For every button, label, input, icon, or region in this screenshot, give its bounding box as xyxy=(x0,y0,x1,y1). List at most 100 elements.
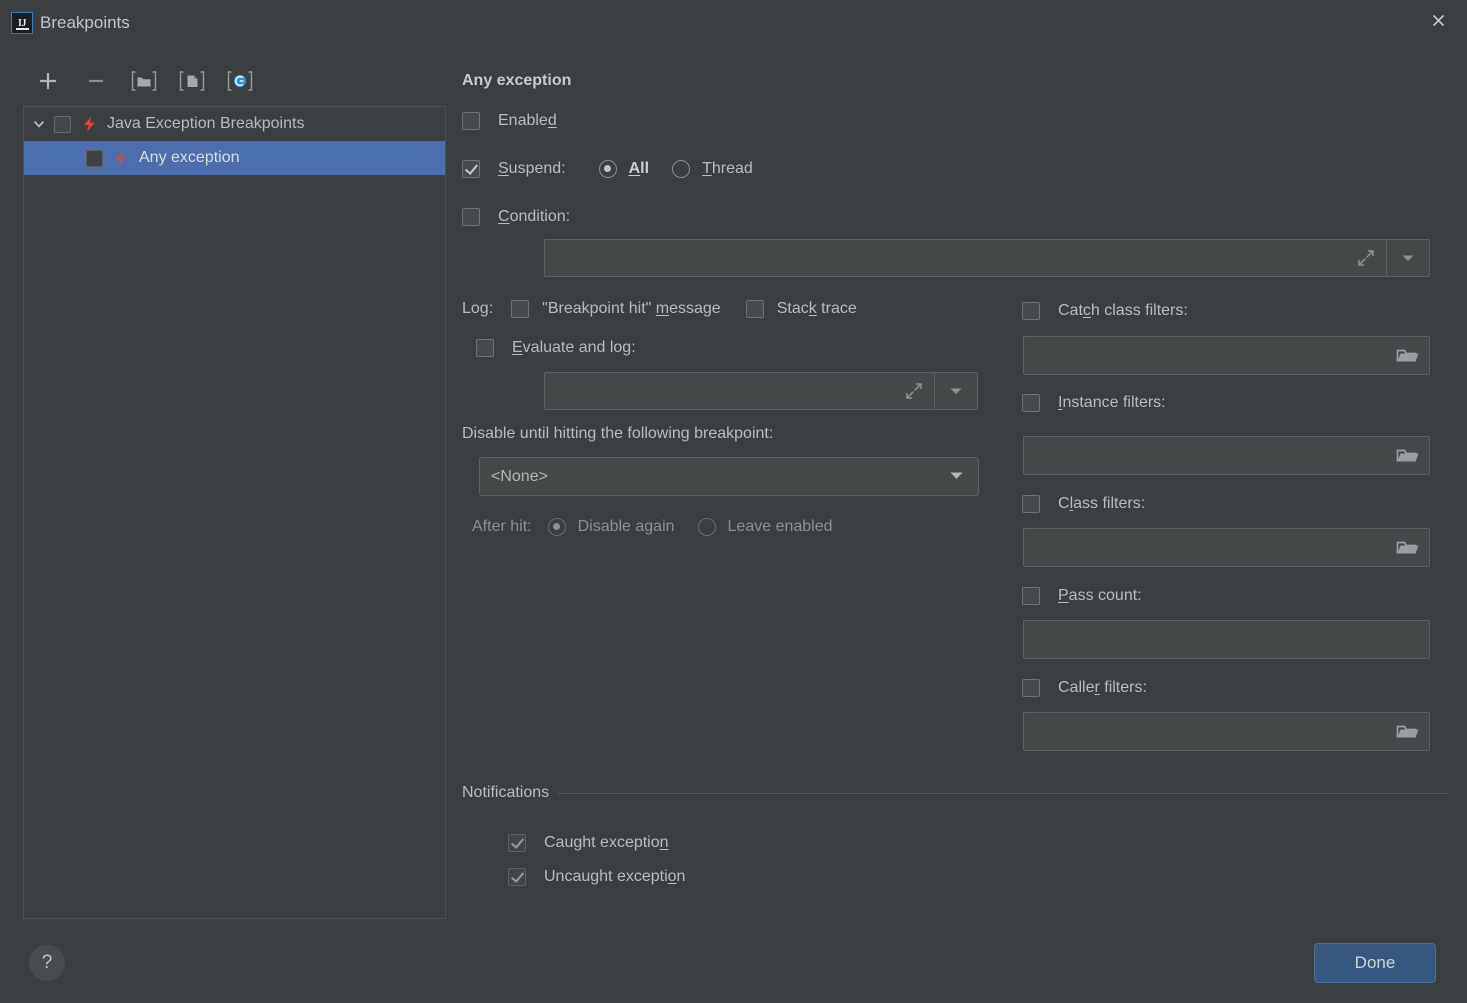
caller-filters-row: Caller filters: xyxy=(1022,679,1147,697)
disable-until-selected-value: <None> xyxy=(491,468,548,486)
chevron-down-icon xyxy=(1401,253,1415,263)
caught-exception-label: Caught exception xyxy=(544,834,669,852)
enabled-label: Enabled xyxy=(498,112,557,130)
condition-input-actions xyxy=(1346,240,1429,276)
chevron-down-icon xyxy=(949,386,963,396)
catch-class-filters-input[interactable] xyxy=(1023,336,1430,375)
suspend-thread-label[interactable]: Thread xyxy=(702,160,753,178)
after-hit-leave-enabled-radio[interactable] xyxy=(698,518,716,536)
notifications-group-header: Notifications xyxy=(462,784,1447,802)
folder-icon[interactable] xyxy=(1395,445,1421,467)
stack-trace-checkbox[interactable] xyxy=(746,300,764,318)
evaluate-and-log-history-dropdown[interactable] xyxy=(934,373,977,409)
uncaught-exception-row: Uncaught exception xyxy=(508,868,685,886)
add-breakpoint-button[interactable] xyxy=(24,63,72,99)
breakpoint-hit-message-label: "Breakpoint hit" message xyxy=(542,300,721,318)
uncaught-exception-checkbox[interactable] xyxy=(508,868,526,886)
condition-checkbox[interactable] xyxy=(462,208,480,226)
class-filters-row: Class filters: xyxy=(1022,495,1145,513)
intellij-idea-logo-icon: IJ xyxy=(11,12,33,34)
instance-filters-input[interactable] xyxy=(1023,436,1430,475)
suspend-all-label[interactable]: All xyxy=(629,160,649,178)
notifications-group-divider xyxy=(558,793,1447,794)
caller-filters-checkbox[interactable] xyxy=(1022,679,1040,697)
caller-filters-label: Caller filters: xyxy=(1058,679,1147,697)
enabled-checkbox[interactable] xyxy=(462,112,480,130)
instance-filters-checkbox[interactable] xyxy=(1022,394,1040,412)
caller-filters-input[interactable] xyxy=(1023,712,1430,751)
suspend-all-radio[interactable] xyxy=(599,160,617,178)
plus-icon xyxy=(37,70,59,92)
pass-count-input[interactable] xyxy=(1023,620,1430,659)
tree-node-java-exception-breakpoints[interactable]: Java Exception Breakpoints xyxy=(24,107,445,141)
condition-history-dropdown[interactable] xyxy=(1386,240,1429,276)
question-mark-icon: ? xyxy=(42,952,53,974)
tree-node-checkbox[interactable] xyxy=(54,116,71,133)
circle-c-bracket-icon xyxy=(227,69,253,93)
window-title: Breakpoints xyxy=(40,12,130,34)
done-button-label: Done xyxy=(1355,953,1396,973)
breakpoint-hit-message-checkbox[interactable] xyxy=(511,300,529,318)
folder-bracket-icon xyxy=(131,69,157,93)
disable-until-label-row: Disable until hitting the following brea… xyxy=(462,425,773,443)
breakpoint-detail-panel: Any exception Enabled Suspend: All Threa… xyxy=(462,62,1447,922)
class-filters-input[interactable] xyxy=(1023,528,1430,567)
suspend-row: Suspend: All Thread xyxy=(462,160,753,178)
disable-until-breakpoint-select[interactable]: <None> xyxy=(479,457,979,496)
tree-node-any-exception[interactable]: Any exception xyxy=(24,141,445,175)
evaluate-and-log-input-actions xyxy=(894,373,977,409)
class-filters-label: Class filters: xyxy=(1058,495,1145,513)
exception-bolt-icon xyxy=(81,115,98,133)
after-hit-row: After hit: Disable again Leave enabled xyxy=(472,518,833,536)
pass-count-checkbox[interactable] xyxy=(1022,587,1040,605)
condition-input[interactable] xyxy=(544,239,1430,277)
help-button[interactable]: ? xyxy=(29,945,65,981)
notifications-group-label: Notifications xyxy=(462,784,549,802)
evaluate-and-log-row: Evaluate and log: xyxy=(476,339,636,357)
caught-exception-row: Caught exception xyxy=(508,834,669,852)
remove-breakpoint-button[interactable] xyxy=(72,63,120,99)
folder-icon[interactable] xyxy=(1395,537,1421,559)
tree-node-label: Any exception xyxy=(139,149,240,167)
class-filters-checkbox[interactable] xyxy=(1022,495,1040,513)
enabled-row: Enabled xyxy=(462,112,557,130)
after-hit-disable-again-label[interactable]: Disable again xyxy=(578,518,675,536)
evaluate-and-log-input[interactable] xyxy=(544,372,978,410)
evaluate-and-log-checkbox[interactable] xyxy=(476,339,494,357)
breakpoints-toolbar xyxy=(24,62,444,100)
catch-class-filters-checkbox[interactable] xyxy=(1022,302,1040,320)
tree-node-label: Java Exception Breakpoints xyxy=(107,115,304,133)
move-to-group-button[interactable] xyxy=(120,63,168,99)
suspend-thread-radio[interactable] xyxy=(672,160,690,178)
uncaught-exception-label: Uncaught exception xyxy=(544,868,685,886)
expand-diagonal-icon[interactable] xyxy=(1346,249,1386,267)
breakpoints-tree[interactable]: Java Exception Breakpoints Any exception xyxy=(23,106,446,919)
view-breakpoint-source-button[interactable] xyxy=(216,63,264,99)
close-icon[interactable] xyxy=(1415,0,1461,40)
after-hit-disable-again-radio[interactable] xyxy=(548,518,566,536)
disable-until-label: Disable until hitting the following brea… xyxy=(462,425,773,443)
stack-trace-label: Stack trace xyxy=(777,300,857,318)
suspend-label: Suspend: xyxy=(498,160,566,178)
catch-class-filters-row: Catch class filters: xyxy=(1022,302,1188,320)
folder-icon[interactable] xyxy=(1395,721,1421,743)
expand-diagonal-icon[interactable] xyxy=(894,382,934,400)
exception-bolt-muted-icon xyxy=(113,149,130,167)
after-hit-label: After hit: xyxy=(472,518,532,536)
condition-row: Condition: xyxy=(462,208,570,226)
page-title: Any exception xyxy=(462,72,571,90)
chevron-down-icon[interactable] xyxy=(24,117,54,131)
pass-count-label: Pass count: xyxy=(1058,587,1142,605)
caught-exception-checkbox[interactable] xyxy=(508,834,526,852)
pass-count-row: Pass count: xyxy=(1022,587,1142,605)
chevron-down-icon[interactable] xyxy=(949,468,964,486)
done-button[interactable]: Done xyxy=(1314,943,1436,983)
evaluate-and-log-label: Evaluate and log: xyxy=(512,339,636,357)
document-bracket-icon xyxy=(179,69,205,93)
tree-node-checkbox[interactable] xyxy=(86,150,103,167)
suspend-checkbox[interactable] xyxy=(462,160,480,178)
after-hit-leave-enabled-label[interactable]: Leave enabled xyxy=(728,518,833,536)
enabled-label-text: Enabled xyxy=(498,112,557,129)
edit-description-button[interactable] xyxy=(168,63,216,99)
folder-icon[interactable] xyxy=(1395,345,1421,367)
